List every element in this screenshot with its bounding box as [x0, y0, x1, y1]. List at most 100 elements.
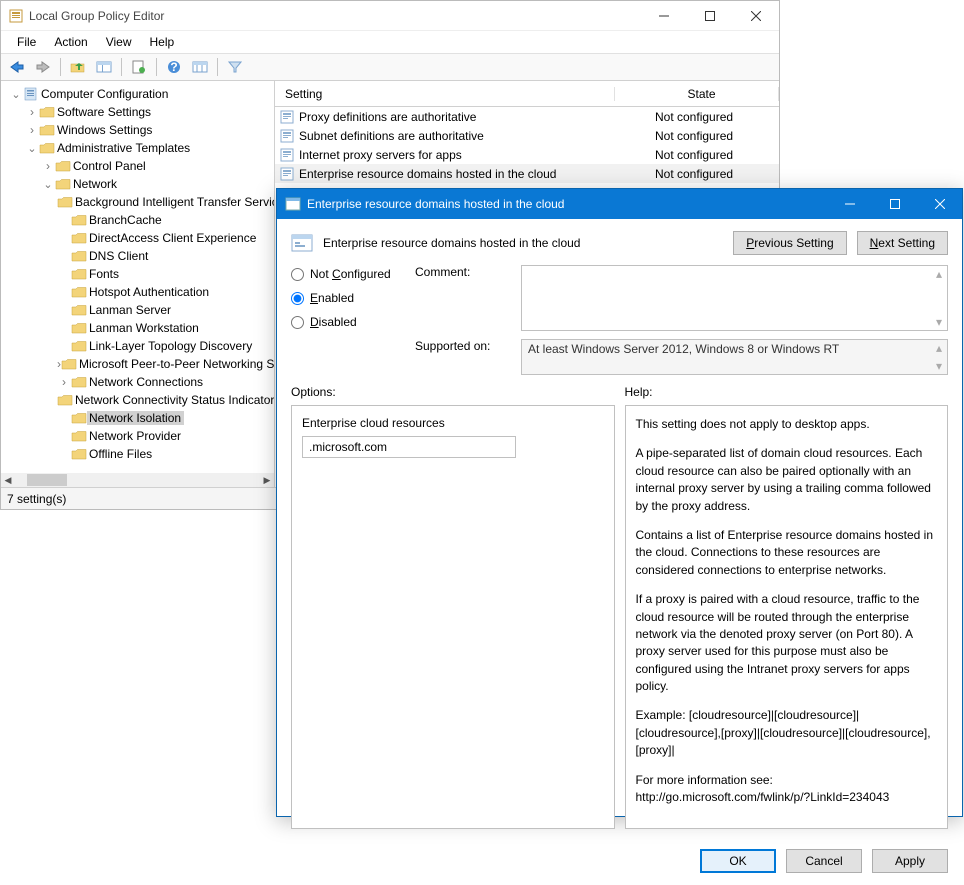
radio-enabled[interactable]: Enabled [291, 291, 401, 305]
help-button[interactable]: ? [162, 56, 186, 78]
next-setting-button[interactable]: Next Setting [857, 231, 948, 255]
supported-on-label: Supported on: [415, 339, 511, 375]
tree-item[interactable]: Computer Configuration [1, 85, 274, 103]
tree-item-label: Lanman Server [87, 303, 174, 317]
tree-item-label: Hotspot Authentication [87, 285, 212, 299]
tree-expander[interactable] [25, 105, 39, 119]
tree-item[interactable]: BranchCache [1, 211, 274, 229]
back-button[interactable] [5, 56, 29, 78]
tree-item[interactable]: Network [1, 175, 274, 193]
forward-button[interactable] [31, 56, 55, 78]
enterprise-cloud-resources-input[interactable] [302, 436, 516, 458]
radio-not-configured[interactable]: Not Configured [291, 267, 401, 281]
tree-item[interactable]: Network Isolation [1, 409, 274, 427]
toolbar: ? [1, 53, 779, 81]
close-button[interactable] [733, 1, 779, 30]
tree-panel: Computer Configuration Software Settings W… [1, 81, 275, 487]
menu-help[interactable]: Help [142, 33, 183, 51]
folder-icon [71, 321, 87, 335]
tree-expander[interactable] [9, 87, 23, 101]
show-hide-tree-button[interactable] [92, 56, 116, 78]
folder-icon [71, 303, 87, 317]
dialog-app-icon [285, 196, 301, 212]
help-box[interactable]: This setting does not apply to desktop a… [625, 405, 949, 829]
dialog-minimize-button[interactable] [827, 189, 872, 219]
horizontal-scrollbar[interactable]: ◀ ▶ [1, 473, 274, 487]
folder-icon [71, 429, 87, 443]
setting-row[interactable]: Enterprise resource domains hosted in th… [275, 164, 779, 183]
folder-up-button[interactable] [66, 56, 90, 78]
tree-item[interactable]: Network Provider [1, 427, 274, 445]
tree-item[interactable]: Fonts [1, 265, 274, 283]
previous-setting-button[interactable]: Previous Setting [733, 231, 846, 255]
tree-item[interactable]: Lanman Workstation [1, 319, 274, 337]
scroll-left-arrow[interactable]: ◀ [1, 473, 15, 487]
dialog-close-button[interactable] [917, 189, 962, 219]
tree-item[interactable]: Windows Settings [1, 121, 274, 139]
tree-item[interactable]: Network Connectivity Status Indicator [1, 391, 274, 409]
tree-item-label: Computer Configuration [39, 87, 171, 101]
col-state[interactable]: State [615, 87, 779, 101]
setting-dialog: Enterprise resource domains hosted in th… [276, 188, 963, 817]
tree-item[interactable]: Microsoft Peer-to-Peer Networking Servic… [1, 355, 274, 373]
cancel-button[interactable]: Cancel [786, 849, 862, 873]
tree-item-label: Network Provider [87, 429, 184, 443]
dialog-maximize-button[interactable] [872, 189, 917, 219]
radio-disabled[interactable]: Disabled [291, 315, 401, 329]
tree-item[interactable]: Offline Files [1, 445, 274, 463]
folder-icon [71, 375, 87, 389]
setting-name: Internet proxy servers for apps [295, 148, 631, 162]
folder-icon [71, 213, 87, 227]
scrollbar-stub[interactable]: ▴▾ [932, 267, 946, 329]
settings-list[interactable]: Proxy definitions are authoritativeNot c… [275, 107, 779, 183]
apply-button[interactable]: Apply [872, 849, 948, 873]
setting-row[interactable]: Proxy definitions are authoritativeNot c… [275, 107, 779, 126]
tree-expander[interactable] [25, 123, 39, 137]
tree-item-label: Windows Settings [55, 123, 155, 137]
minimize-button[interactable] [641, 1, 687, 30]
ok-button[interactable]: OK [700, 849, 776, 873]
toolbar-separator [156, 58, 157, 76]
tree-expander[interactable] [41, 177, 55, 191]
setting-state: Not configured [631, 148, 733, 162]
app-icon [9, 9, 23, 23]
tree-item-label: Network Isolation [87, 411, 184, 425]
tree-item[interactable]: DNS Client [1, 247, 274, 265]
tree-expander[interactable] [25, 141, 39, 155]
scrollbar-stub[interactable]: ▴▾ [932, 341, 946, 373]
tree-item[interactable]: Administrative Templates [1, 139, 274, 157]
comment-textarea[interactable]: ▴▾ [521, 265, 948, 331]
filter-button[interactable] [223, 56, 247, 78]
tree-item[interactable]: Lanman Server [1, 301, 274, 319]
tree-item[interactable]: DirectAccess Client Experience [1, 229, 274, 247]
col-setting[interactable]: Setting [275, 87, 615, 101]
scroll-right-arrow[interactable]: ▶ [260, 473, 274, 487]
tree-item-label: Network Connections [87, 375, 206, 389]
settings-header[interactable]: Setting State [275, 81, 779, 107]
tree-expander[interactable] [57, 375, 71, 389]
setting-state: Not configured [631, 167, 733, 181]
setting-icon [279, 110, 295, 124]
properties-button[interactable] [127, 56, 151, 78]
menu-action[interactable]: Action [46, 33, 95, 51]
help-paragraph: A pipe-separated list of domain cloud re… [636, 445, 938, 515]
tree-item[interactable]: Link-Layer Topology Discovery [1, 337, 274, 355]
scroll-thumb[interactable] [27, 474, 67, 486]
tree-item[interactable]: Software Settings [1, 103, 274, 121]
setting-row[interactable]: Subnet definitions are authoritativeNot … [275, 126, 779, 145]
tree-item[interactable]: Control Panel [1, 157, 274, 175]
tree-expander[interactable] [41, 159, 55, 173]
folder-icon [71, 447, 87, 461]
tree[interactable]: Computer Configuration Software Settings W… [1, 85, 274, 463]
tree-item[interactable]: Background Intelligent Transfer Service [1, 193, 274, 211]
menu-file[interactable]: File [9, 33, 44, 51]
tree-item[interactable]: Network Connections [1, 373, 274, 391]
setting-row[interactable]: Internet proxy servers for appsNot confi… [275, 145, 779, 164]
maximize-button[interactable] [687, 1, 733, 30]
help-paragraph: Contains a list of Enterprise resource d… [636, 527, 938, 579]
tree-item[interactable]: Hotspot Authentication [1, 283, 274, 301]
list-view-button[interactable] [188, 56, 212, 78]
folder-icon [71, 267, 87, 281]
main-titlebar: Local Group Policy Editor [1, 1, 779, 31]
menu-view[interactable]: View [98, 33, 140, 51]
